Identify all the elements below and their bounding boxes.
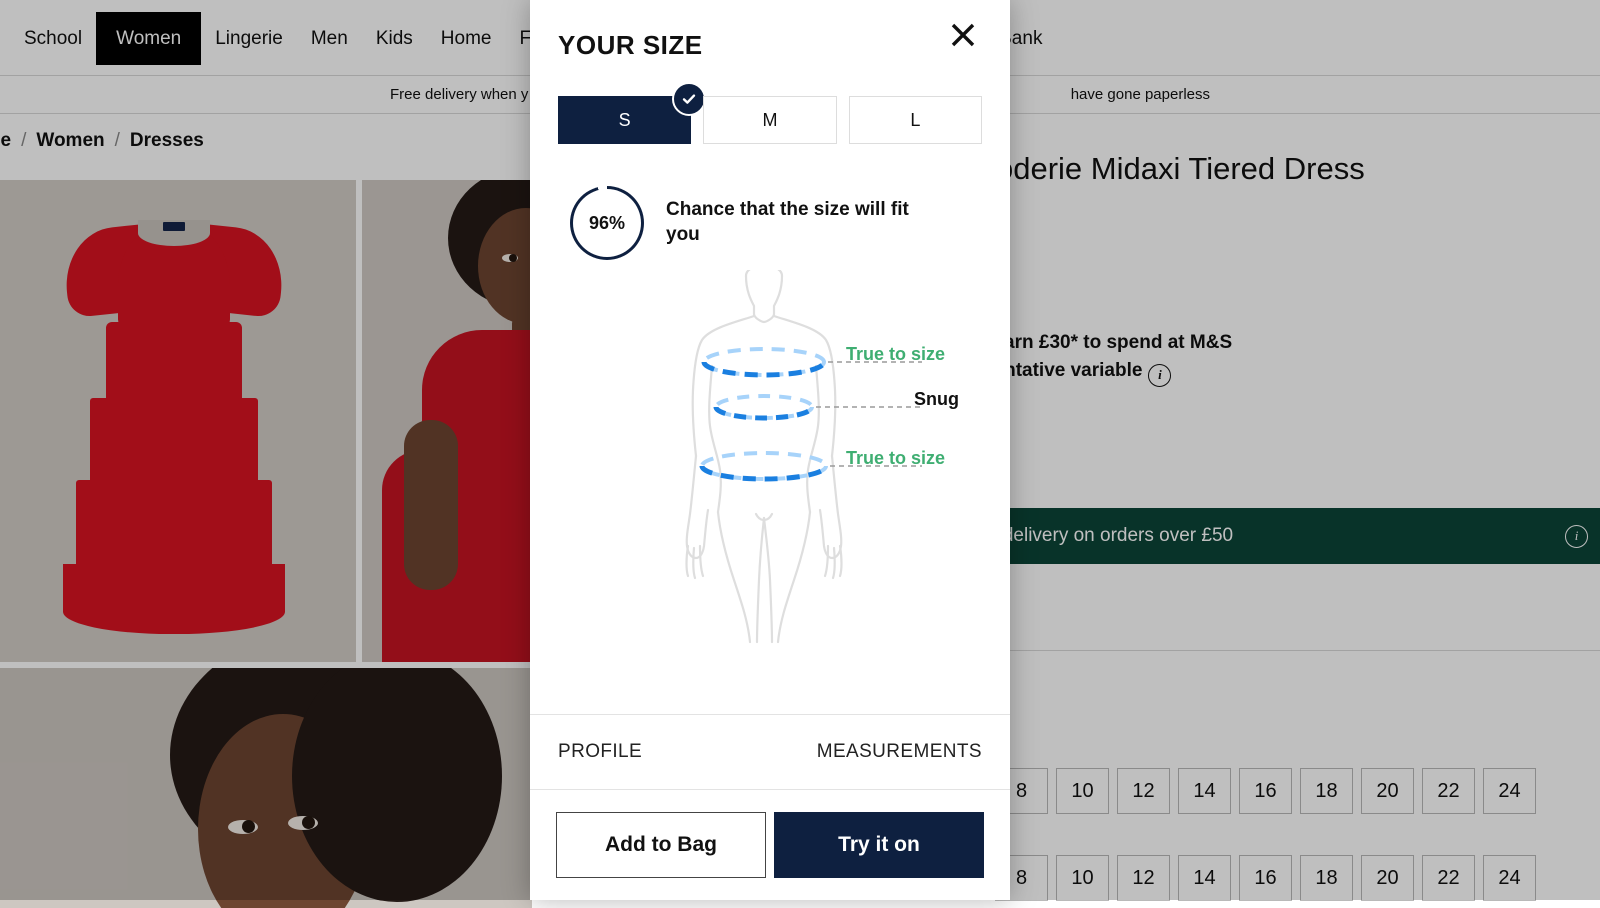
nav-item-home[interactable]: Home [427,17,506,60]
info-icon[interactable]: i [1565,524,1588,548]
nav-item-lingerie[interactable]: Lingerie [201,17,297,60]
product-image-portrait[interactable] [0,668,532,908]
size-chip-row-2: 8 10 12 14 16 18 20 22 24 [995,855,1536,901]
modal-header: YOUR SIZE [530,0,1010,96]
breadcrumb-item-dresses[interactable]: Dresses [130,130,204,152]
fit-label-hips: True to size [846,448,946,468]
info-icon[interactable]: i [1148,363,1172,387]
promo-left-text: Free delivery when y [390,86,529,103]
size-chip-row-1: 8 10 12 14 16 18 20 22 24 [995,768,1536,814]
delivery-banner: d delivery on orders over £50 i [965,508,1600,564]
size-chip-14[interactable]: 14 [1178,768,1231,814]
delivery-banner-text: d delivery on orders over £50 [987,525,1234,546]
brand-tag [163,222,185,231]
product-reviews-link[interactable]: 's [965,235,1600,259]
check-icon [672,82,707,116]
fit-description: Chance that the size will fit you [666,199,909,245]
add-to-bag-button[interactable]: Add to Bag [556,812,766,878]
size-chip-16[interactable]: 16 [1239,855,1292,901]
modal-title: YOUR SIZE [558,30,703,60]
size-chip-20[interactable]: 20 [1361,768,1414,814]
tab-profile[interactable]: PROFILE [558,741,642,763]
product-title: Broderie Midaxi Tiered Dress [965,151,1365,186]
size-chip-10[interactable]: 10 [1056,855,1109,901]
promo-right-text: have gone paperless [1070,86,1210,103]
nav-item-men[interactable]: Men [297,17,362,60]
breadcrumb-item-home[interactable]: ome [0,130,11,152]
breadcrumb-separator: / [114,130,120,151]
fit-label-bust: True to size [846,344,946,364]
size-option-l[interactable]: L [848,96,982,144]
nav-item-kids[interactable]: Kids [362,17,427,60]
your-size-modal: YOUR SIZE S M L 96% Chance that the size w… [530,0,1010,900]
finance-line-1: nd earn £30* to spend at M&S [965,332,1233,354]
size-chip-24[interactable]: 24 [1483,768,1536,814]
size-chip-24[interactable]: 24 [1483,855,1536,901]
size-chip-20[interactable]: 20 [1361,855,1414,901]
nav-item-women[interactable]: Women [96,11,202,65]
size-chip-12[interactable]: 12 [1117,768,1170,814]
product-image-flatlay[interactable] [0,180,356,662]
size-option-label: M [762,109,778,130]
size-chip-12[interactable]: 12 [1117,855,1170,901]
breadcrumb-separator: / [21,130,27,151]
size-chip-22[interactable]: 22 [1422,855,1475,901]
size-option-label: S [618,109,631,130]
dress-illustration [59,202,289,642]
size-option-s[interactable]: S [558,82,707,144]
product-finance-text: nd earn £30* to spend at M&S resentative… [965,329,1600,387]
size-chip-18[interactable]: 18 [1300,768,1353,814]
nav-item-school[interactable]: School [10,17,96,60]
section-divider [1010,650,1600,651]
tab-measurements[interactable]: MEASUREMENTS [817,741,982,763]
fit-label-waist: Snug [914,389,959,409]
size-chip-10[interactable]: 10 [1056,768,1109,814]
size-option-m[interactable]: M [703,96,837,144]
breadcrumb: ome / Women / Dresses [0,130,204,152]
size-chip-16[interactable]: 16 [1239,768,1292,814]
size-option-label: L [910,109,921,130]
fit-confidence: 96% Chance that the size will fit you [530,144,1010,260]
size-chip-14[interactable]: 14 [1178,855,1231,901]
try-it-on-button[interactable]: Try it on [774,812,984,878]
size-selector: SML [530,82,1010,144]
fit-percent-value: 96% [588,212,626,233]
close-icon[interactable] [940,12,986,58]
size-chip-18[interactable]: 18 [1300,855,1353,901]
modal-actions: Add to Bag Try it on [530,790,1010,900]
breadcrumb-item-women[interactable]: Women [36,130,104,152]
modal-tabs: PROFILE MEASUREMENTS [530,714,1010,790]
body-diagram: True to size Snug True to size [530,260,1010,714]
product-info: Broderie Midaxi Tiered Dress 's nd earn … [965,150,1600,387]
fit-percent-ring: 96% [570,186,644,260]
size-chip-22[interactable]: 22 [1422,768,1475,814]
